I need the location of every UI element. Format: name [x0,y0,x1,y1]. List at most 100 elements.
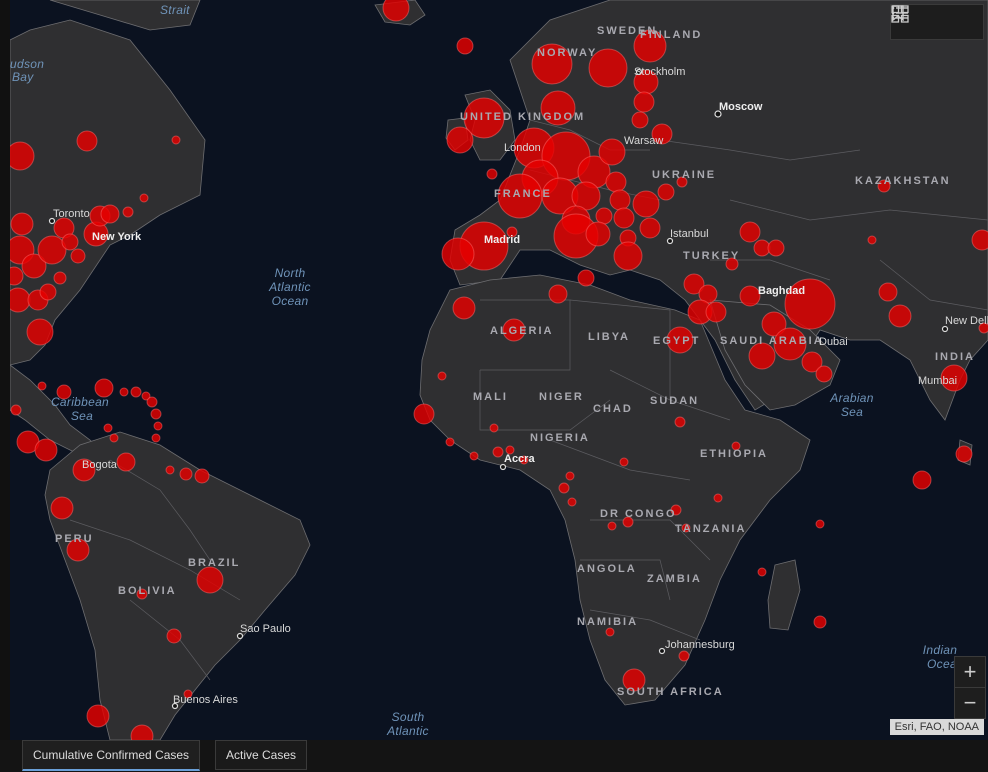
case-bubble[interactable] [607,521,617,531]
case-bubble[interactable] [813,615,827,629]
case-bubble[interactable] [456,37,474,55]
case-bubble[interactable] [867,235,877,245]
case-bubble[interactable] [119,387,129,397]
case-bubble[interactable] [674,416,686,428]
case-bubble[interactable] [10,266,24,286]
case-bubble[interactable] [441,237,475,271]
case-bubble[interactable] [171,135,181,145]
case-bubble[interactable] [70,248,86,264]
case-bubble[interactable] [567,497,577,507]
case-bubble[interactable] [382,0,410,22]
country-label-united-kingdom: UNITED KINGDOM [460,111,585,123]
case-bubble[interactable] [37,381,47,391]
case-bubble[interactable] [815,365,833,383]
case-bubble[interactable] [10,404,22,416]
case-bubble[interactable] [631,111,649,129]
case-bubble[interactable] [166,628,182,644]
case-bubble[interactable] [739,285,761,307]
case-bubble[interactable] [26,318,54,346]
case-bubble[interactable] [34,438,58,462]
case-bubble[interactable] [196,566,224,594]
case-bubble[interactable] [446,126,474,154]
grid-icon[interactable] [891,5,980,34]
case-bubble[interactable] [558,482,570,494]
case-bubble[interactable] [76,130,98,152]
city-label-new-york: New York [92,231,142,243]
case-bubble[interactable] [53,271,67,285]
zoom-in-button[interactable]: + [955,657,985,687]
case-bubble[interactable] [116,452,136,472]
case-bubble[interactable] [705,301,727,323]
case-bubble[interactable] [613,207,635,229]
case-bubble[interactable] [605,171,627,193]
case-bubble[interactable] [94,378,114,398]
case-bubble[interactable] [657,183,675,201]
case-bubble[interactable] [598,138,626,166]
case-bubble[interactable] [955,445,973,463]
country-label-turkey: TURKEY [683,250,740,262]
case-bubble[interactable] [452,296,476,320]
case-bubble[interactable] [548,284,568,304]
case-bubble[interactable] [713,493,723,503]
case-bubble[interactable] [486,168,498,180]
map-view[interactable]: Strait udson Bay North Atlantic Ocean Carib… [10,0,988,740]
case-bubble[interactable] [86,704,110,728]
case-bubble[interactable] [10,141,35,171]
case-bubble[interactable] [565,471,575,481]
case-bubble[interactable] [56,384,72,400]
case-bubble[interactable] [619,457,629,467]
case-bubble[interactable] [489,423,499,433]
zoom-out-button[interactable]: − [955,687,985,718]
case-bubble[interactable] [445,437,455,447]
tab-cumulative-confirmed-cases[interactable]: Cumulative Confirmed Cases [22,740,201,771]
list-icon[interactable] [891,6,949,34]
country-label-angola: ANGOLA [577,563,637,575]
case-bubble[interactable] [122,206,134,218]
case-bubble[interactable] [151,433,161,443]
case-bubble[interactable] [100,204,120,224]
case-bubble[interactable] [153,421,163,431]
case-bubble[interactable] [888,304,912,328]
case-bubble[interactable] [130,386,142,398]
tab-active-cases[interactable]: Active Cases [215,740,308,770]
case-bubble[interactable] [767,239,785,257]
case-bubble[interactable] [633,91,655,113]
city-label-toronto: Toronto [53,208,90,220]
case-bubble[interactable] [912,470,932,490]
country-label-chad: CHAD [593,403,633,415]
case-bubble[interactable] [437,371,447,381]
case-bubble[interactable] [577,269,595,287]
case-bubble[interactable] [639,217,661,239]
case-bubble[interactable] [878,282,898,302]
country-label-libya: LIBYA [588,331,630,343]
case-bubble[interactable] [632,190,660,218]
case-bubble[interactable] [815,519,825,529]
case-bubble[interactable] [678,650,690,662]
case-bubble[interactable] [971,229,988,251]
case-bubble[interactable] [150,408,162,420]
case-bubble[interactable] [103,423,113,433]
case-bubble[interactable] [194,468,210,484]
case-bubble[interactable] [613,241,643,271]
case-bubble[interactable] [109,433,119,443]
ocean-label-north-atlantic: North Atlantic Ocean [268,266,311,308]
map-canvas[interactable]: Strait udson Bay North Atlantic Ocean Carib… [10,0,988,740]
case-bubble[interactable] [146,396,158,408]
case-bubble[interactable] [39,283,57,301]
case-bubble[interactable] [139,193,149,203]
case-bubble[interactable] [165,465,175,475]
case-bubble[interactable] [10,287,31,313]
case-bubble[interactable] [585,221,611,247]
case-bubble[interactable] [739,221,761,243]
case-bubble[interactable] [50,496,74,520]
case-bubble[interactable] [492,446,504,458]
case-bubble[interactable] [413,403,435,425]
case-bubble[interactable] [757,567,767,577]
country-label-mali: MALI [473,391,508,403]
case-bubble[interactable] [10,212,34,236]
case-bubble[interactable] [179,467,193,481]
case-bubble[interactable] [469,451,479,461]
case-bubble[interactable] [605,627,615,637]
case-bubble[interactable] [609,189,631,211]
case-bubble[interactable] [61,233,79,251]
